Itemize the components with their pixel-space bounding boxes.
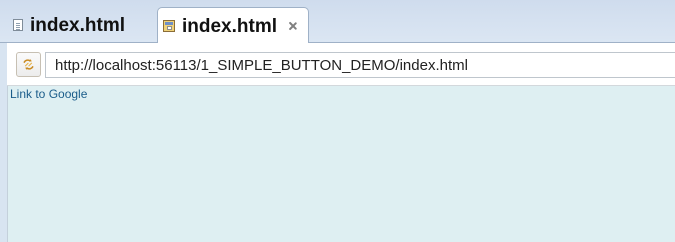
tab-index-inactive[interactable]: index.html [6, 7, 154, 43]
refresh-button[interactable] [16, 52, 41, 77]
tab-label: index.html [182, 16, 278, 37]
address-bar[interactable] [45, 52, 675, 78]
browser-page-icon [163, 20, 175, 32]
tab-index-active[interactable]: index.html [157, 7, 309, 44]
file-icon [13, 19, 23, 31]
browser-toolbar [7, 43, 675, 86]
browser-window: index.html index.html Link to Google [0, 0, 675, 242]
tab-bar: index.html index.html [0, 0, 675, 44]
close-icon[interactable] [287, 20, 299, 32]
google-link[interactable]: Link to Google [10, 87, 87, 101]
tab-label: index.html [30, 15, 126, 36]
refresh-icon [23, 59, 34, 70]
